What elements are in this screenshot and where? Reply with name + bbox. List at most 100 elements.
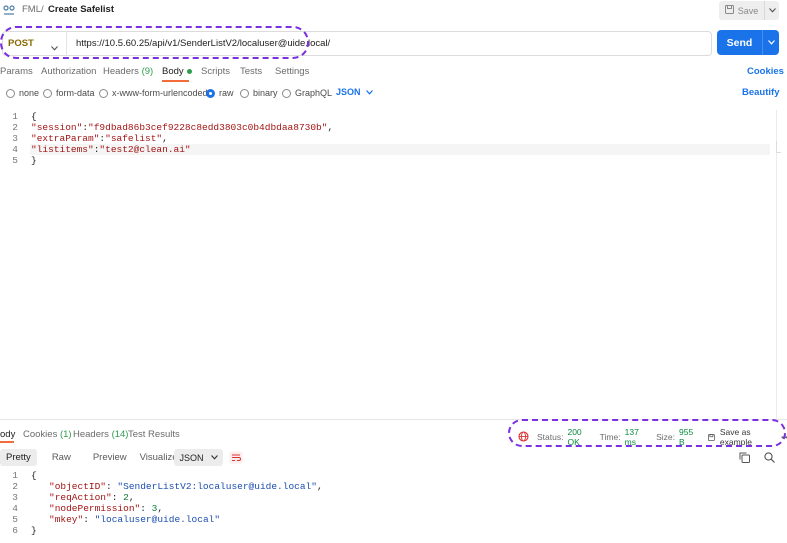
response-tab-body[interactable]: ody [0, 429, 15, 440]
json-value: "f9dbad86b3cef9228c8edd3803c0b4dbdaa8730… [88, 122, 328, 133]
tab-body-label: Body [162, 66, 184, 77]
chevron-down-icon [768, 8, 776, 13]
send-options-button[interactable] [762, 30, 779, 55]
view-pretty[interactable]: Pretty [0, 449, 37, 466]
json-value: 2 [123, 492, 129, 503]
json-key: "session" [31, 122, 83, 133]
radio-raw[interactable]: raw [206, 87, 234, 99]
json-value: "SenderListV2:localuser@uide.local" [117, 481, 317, 492]
code-line: 1 { [0, 470, 323, 481]
radio-graphql-label: GraphQL [295, 88, 333, 98]
page-title[interactable]: Create Safelist [48, 4, 114, 15]
cookies-link[interactable]: Cookies [747, 66, 784, 77]
response-body-viewer[interactable]: 1 { 2 "objectID": "SenderListV2:localuse… [0, 470, 323, 536]
json-value: "localuser@uide.local" [94, 514, 221, 525]
cookies-count: (1) [59, 429, 72, 440]
response-tab-cookies[interactable]: Cookies (1) [23, 429, 72, 440]
radio-none[interactable]: none [6, 87, 39, 99]
save-button[interactable]: Save [719, 1, 764, 20]
line-number: 5 [12, 155, 18, 166]
editor-scrollbar[interactable] [776, 110, 777, 420]
tab-tests[interactable]: Tests [240, 66, 262, 77]
response-format-select[interactable]: JSON [174, 449, 223, 466]
save-icon [724, 5, 734, 16]
code-line: 5 "mkey": "localuser@uide.local" [0, 514, 323, 525]
code-text: { [31, 470, 37, 481]
line-number: 5 [12, 514, 18, 525]
code-text: } [31, 155, 37, 166]
save-options-button[interactable] [764, 1, 779, 20]
annotation-highlight-status [508, 419, 786, 447]
line-number: 3 [12, 492, 18, 503]
wrap-lines-icon[interactable] [229, 451, 243, 467]
editor-scroll-thumb[interactable] [776, 141, 781, 153]
line-number: 6 [12, 525, 18, 536]
code-line: 4 "listitems":"test2@clean.ai" [0, 144, 333, 155]
radio-graphql-dot[interactable] [282, 88, 291, 98]
radio-binary-dot[interactable] [240, 88, 249, 98]
view-raw[interactable]: Raw [37, 449, 86, 466]
radio-form-data-dot[interactable] [43, 88, 52, 98]
tab-headers-label: Headers [103, 66, 139, 77]
view-preview[interactable]: Preview [86, 449, 134, 466]
request-body-editor[interactable]: 1 { 2 "session":"f9dbad86b3cef9228c8edd3… [0, 111, 333, 166]
code-line: 6 } [0, 525, 323, 536]
response-tab-headers-label: Headers [73, 429, 109, 440]
code-line: 2 "session":"f9dbad86b3cef9228c8edd3803c… [0, 122, 333, 133]
radio-binary[interactable]: binary [240, 87, 278, 99]
chevron-down-icon [365, 89, 373, 95]
radio-none-label: none [19, 88, 40, 98]
radio-none-dot[interactable] [6, 88, 15, 98]
radio-binary-label: binary [253, 88, 278, 98]
radio-urlencoded-dot[interactable] [99, 88, 108, 98]
response-tab-test-results[interactable]: Test Results [128, 429, 180, 440]
radio-raw-dot[interactable] [206, 88, 215, 98]
annotation-highlight-url [0, 26, 309, 59]
response-format-label: JSON [179, 452, 204, 463]
chevron-down-icon [767, 40, 775, 45]
body-format-select[interactable]: JSON [336, 87, 373, 97]
send-button-group: Send [717, 30, 779, 55]
radio-form-data[interactable]: form-data [43, 87, 95, 99]
tab-body[interactable]: Body [162, 66, 192, 77]
code-line: 4 "nodePermission": 3, [0, 503, 323, 514]
line-number: 3 [12, 133, 18, 144]
response-tab-underline [0, 441, 14, 443]
code-line: 2 "objectID": "SenderListV2:localuser@ui… [0, 481, 322, 492]
code-text: } [31, 525, 37, 536]
save-label: Save [737, 5, 759, 16]
code-line: 5 } [0, 155, 333, 166]
radio-graphql[interactable]: GraphQL [282, 87, 332, 99]
headers-count: (9) [141, 66, 154, 77]
tab-scripts[interactable]: Scripts [201, 66, 230, 77]
send-button[interactable]: Send [717, 30, 762, 55]
json-key: "nodePermission" [49, 503, 141, 514]
search-icon[interactable] [764, 452, 775, 466]
code-line: 3 "extraParam":"safelist", [0, 133, 333, 144]
json-key: "reqAction" [49, 492, 112, 503]
copy-icon[interactable] [739, 452, 750, 466]
tab-settings[interactable]: Settings [275, 66, 309, 77]
json-key: "mkey" [49, 514, 84, 525]
body-indicator-dot [186, 68, 192, 74]
active-tab-underline [162, 80, 189, 82]
json-value: "test2@clean.ai" [99, 144, 191, 155]
radio-urlencoded[interactable]: x-www-form-urlencoded [99, 87, 208, 99]
breadcrumb-parent[interactable]: FML [22, 4, 41, 15]
tab-params[interactable]: Params [0, 66, 33, 77]
tab-authorization[interactable]: Authorization [41, 66, 96, 77]
radio-urlencoded-label: x-www-form-urlencoded [112, 88, 208, 98]
response-tab-cookies-label: Cookies [23, 429, 58, 440]
json-value: "safelist" [105, 133, 163, 144]
response-tab-headers[interactable]: Headers (14) [73, 429, 128, 440]
line-number: 1 [12, 111, 18, 122]
line-number: 1 [12, 470, 18, 481]
code-line: 1 { [0, 111, 333, 122]
response-headers-count: (14) [111, 429, 129, 440]
line-number: 2 [12, 122, 18, 133]
tab-headers[interactable]: Headers (9) [103, 66, 153, 77]
response-view-selector: Pretty Raw Preview Visualize [0, 449, 183, 466]
beautify-button[interactable]: Beautify [742, 87, 779, 98]
save-button-group: Save [719, 1, 779, 20]
radio-raw-label: raw [219, 88, 234, 98]
